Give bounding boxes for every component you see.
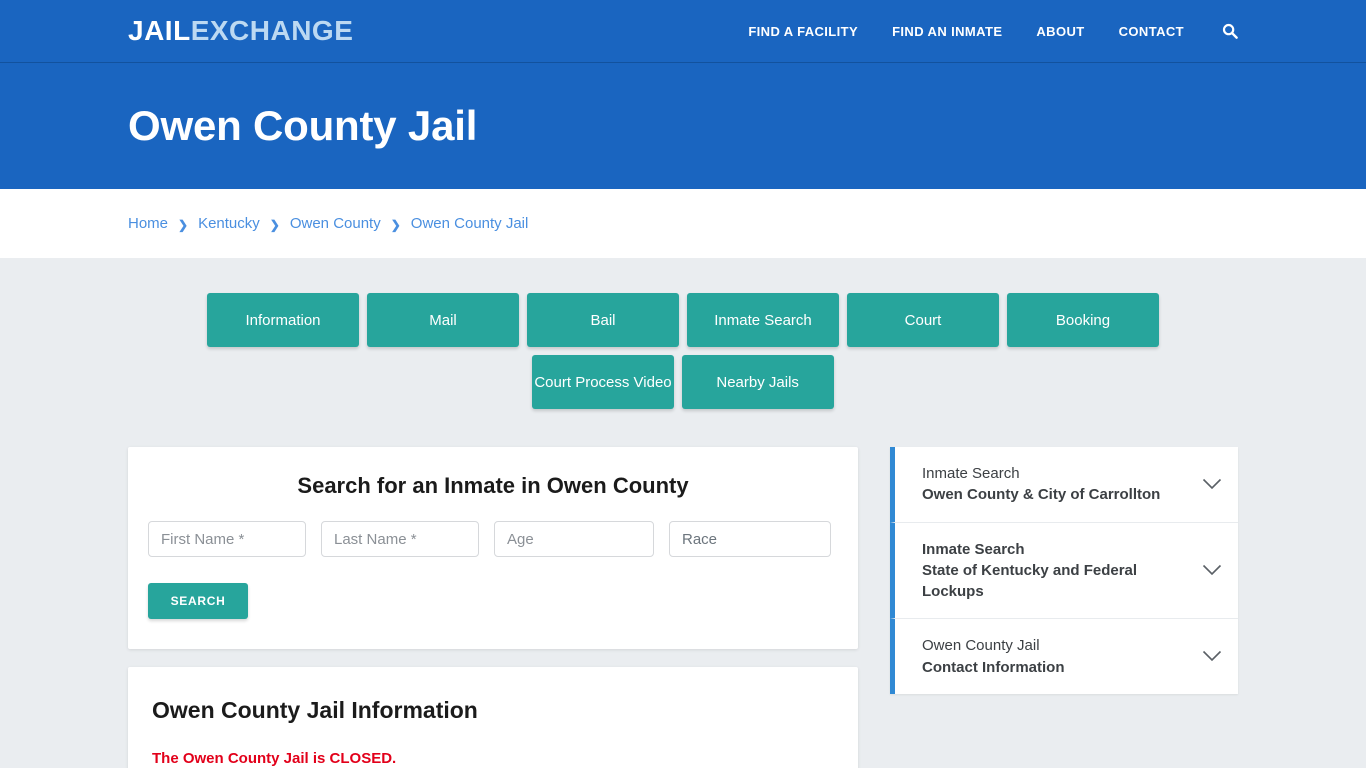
nav-find-a-facility[interactable]: FIND A FACILITY [748, 24, 858, 39]
chevron-down-icon [1202, 478, 1222, 491]
age-input[interactable] [494, 521, 654, 557]
nav-contact[interactable]: CONTACT [1119, 24, 1184, 39]
page-hero: Owen County Jail [0, 63, 1366, 189]
section-nav-row: Information Mail Bail Inmate Search Cour… [133, 293, 1233, 409]
jail-information-card: Owen County Jail Information The Owen Co… [128, 667, 858, 768]
closed-notice: The Owen County Jail is CLOSED. [152, 750, 397, 767]
accordion-label: Inmate Search Owen County & City of Carr… [922, 463, 1190, 506]
section-nav-information[interactable]: Information [207, 293, 359, 347]
breadcrumb-separator-icon: ❯ [269, 217, 280, 232]
accordion-line-2: Contact Information [922, 658, 1065, 676]
accordion-label: Owen County Jail Contact Information [922, 635, 1190, 678]
breadcrumb-item-owen-county[interactable]: Owen County [290, 215, 381, 232]
chevron-down-icon [1202, 564, 1222, 577]
jail-information-heading: Owen County Jail Information [152, 697, 478, 723]
page-title: Owen County Jail [128, 101, 478, 149]
accordion-line-1: Owen County Jail [922, 637, 1040, 655]
main-navigation: FIND A FACILITY FIND AN INMATE ABOUT CON… [748, 23, 1238, 39]
main-content: Search for an Inmate in Owen County Race… [0, 447, 1366, 768]
site-logo[interactable]: JAILEXCHANGE [128, 17, 353, 45]
race-select[interactable]: Race [669, 521, 831, 557]
sidebar: Inmate Search Owen County & City of Carr… [890, 447, 1238, 695]
section-nav-court[interactable]: Court [847, 293, 999, 347]
accordion-label: Inmate Search State of Kentucky and Fede… [922, 539, 1190, 603]
section-nav-bail[interactable]: Bail [527, 293, 679, 347]
nav-find-an-inmate[interactable]: FIND AN INMATE [892, 24, 1002, 39]
inmate-search-card: Search for an Inmate in Owen County Race… [128, 447, 858, 649]
chevron-down-icon [1202, 650, 1222, 663]
section-nav-mail[interactable]: Mail [367, 293, 519, 347]
nav-about[interactable]: ABOUT [1036, 24, 1084, 39]
logo-text-jail: JAIL [128, 15, 191, 46]
accordion-line-1: Inmate Search [922, 465, 1020, 482]
accordion-line-2: State of Kentucky and Federal Lockups [922, 561, 1138, 601]
search-heading: Search for an Inmate in Owen County [297, 473, 689, 498]
breadcrumb: Home ❯ Kentucky ❯ Owen County ❯ Owen Cou… [128, 215, 528, 232]
site-header: JAILEXCHANGE FIND A FACILITY FIND AN INM… [0, 0, 1366, 63]
section-nav-inmate-search[interactable]: Inmate Search [687, 293, 839, 347]
search-submit-button[interactable]: SEARCH [148, 583, 248, 619]
sidebar-accordion-inmate-search-state-federal[interactable]: Inmate Search State of Kentucky and Fede… [890, 522, 1238, 620]
accordion-line-1: Inmate Search [922, 540, 1025, 558]
breadcrumb-bar: Home ❯ Kentucky ❯ Owen County ❯ Owen Cou… [0, 189, 1366, 258]
breadcrumb-separator-icon: ❯ [390, 217, 401, 232]
sidebar-accordion-inmate-search-county[interactable]: Inmate Search Owen County & City of Carr… [890, 447, 1238, 523]
section-nav-booking[interactable]: Booking [1007, 293, 1159, 347]
first-name-input[interactable] [148, 521, 306, 557]
section-nav-nearby-jails[interactable]: Nearby Jails [681, 355, 834, 409]
breadcrumb-separator-icon: ❯ [178, 217, 189, 232]
section-nav-court-process-video[interactable]: Court Process Video [532, 355, 674, 409]
logo-text-exchange: EXCHANGE [190, 15, 354, 46]
breadcrumb-item-owen-county-jail[interactable]: Owen County Jail [411, 215, 529, 232]
accordion-line-2: Owen County & City of Carrollton [922, 486, 1161, 504]
search-icon [1222, 23, 1238, 39]
breadcrumb-item-home[interactable]: Home [128, 215, 168, 232]
section-nav: Information Mail Bail Inmate Search Cour… [0, 258, 1366, 409]
header-search-button[interactable] [1222, 23, 1238, 39]
sidebar-accordion-contact-information[interactable]: Owen County Jail Contact Information [890, 619, 1238, 695]
content-column: Search for an Inmate in Owen County Race… [128, 447, 858, 768]
last-name-input[interactable] [321, 521, 479, 557]
breadcrumb-item-kentucky[interactable]: Kentucky [198, 215, 260, 232]
search-field-row: Race [148, 521, 838, 557]
